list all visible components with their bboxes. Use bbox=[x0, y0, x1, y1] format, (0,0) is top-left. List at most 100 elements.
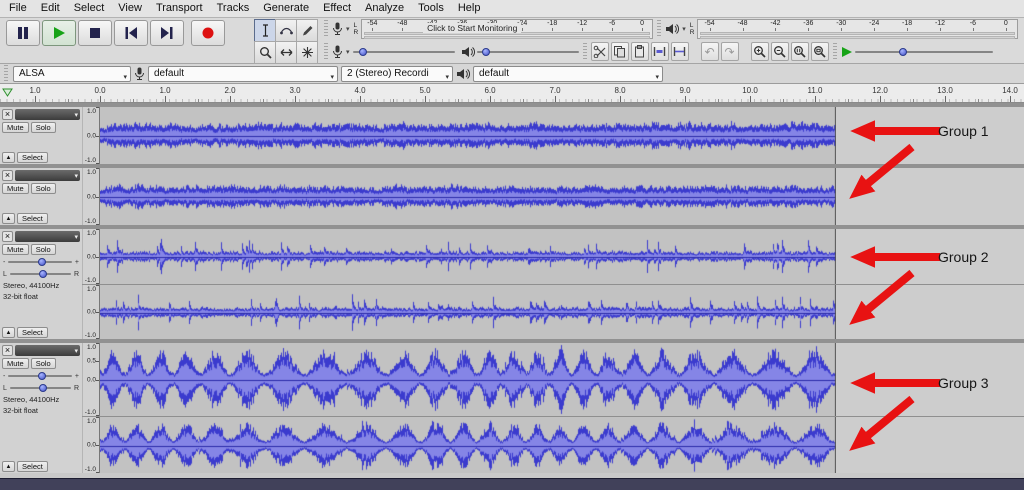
envelope-tool-button[interactable] bbox=[275, 19, 297, 42]
undo-button[interactable]: ↶ bbox=[700, 42, 719, 62]
collapse-track-button[interactable]: ▲ bbox=[2, 152, 15, 163]
slider-track[interactable] bbox=[8, 372, 72, 380]
pan-slider[interactable]: LR bbox=[2, 383, 80, 393]
waveform-area[interactable] bbox=[100, 417, 1024, 473]
play-at-speed-icon[interactable] bbox=[841, 46, 853, 58]
trim-audio-button[interactable] bbox=[650, 42, 669, 62]
select-button[interactable]: Select bbox=[17, 213, 48, 224]
waveform-area[interactable] bbox=[100, 107, 1024, 164]
menu-tools[interactable]: Tools bbox=[411, 0, 451, 17]
mute-button[interactable]: Mute bbox=[2, 358, 29, 369]
close-track-button[interactable]: × bbox=[2, 231, 13, 242]
vertical-scale-ruler[interactable]: 1.0 0.0 -1.0 bbox=[82, 285, 100, 339]
collapse-track-button[interactable]: ▲ bbox=[2, 213, 15, 224]
mute-button[interactable]: Mute bbox=[2, 122, 29, 133]
solo-button[interactable]: Solo bbox=[30, 122, 56, 133]
waveform-canvas[interactable] bbox=[100, 417, 836, 473]
menu-tracks[interactable]: Tracks bbox=[210, 0, 257, 17]
select-button[interactable]: Select bbox=[17, 461, 48, 472]
selection-tool-button[interactable] bbox=[254, 19, 276, 42]
select-button[interactable]: Select bbox=[17, 152, 48, 163]
close-track-button[interactable]: × bbox=[2, 170, 13, 181]
menu-analyze[interactable]: Analyze bbox=[358, 0, 411, 17]
menu-effect[interactable]: Effect bbox=[316, 0, 358, 17]
recording-meter[interactable]: Click to Start Monitoring -54-48-42-36-3… bbox=[361, 19, 654, 40]
playback-volume-slider[interactable] bbox=[476, 47, 579, 56]
slider-knob[interactable] bbox=[39, 384, 48, 392]
paste-button[interactable] bbox=[630, 42, 649, 62]
waveform-canvas[interactable] bbox=[100, 343, 836, 416]
audio-host-select[interactable]: ALSA ▾ bbox=[13, 65, 131, 82]
close-track-button[interactable]: × bbox=[2, 345, 13, 356]
gripper[interactable] bbox=[657, 20, 662, 39]
waveform-canvas[interactable] bbox=[100, 285, 836, 339]
monitor-text[interactable]: Click to Start Monitoring bbox=[423, 23, 522, 34]
collapse-track-button[interactable]: ▲ bbox=[2, 461, 15, 472]
waveform-area[interactable] bbox=[100, 229, 1024, 284]
cut-button[interactable] bbox=[590, 42, 609, 62]
record-button[interactable] bbox=[191, 20, 225, 46]
slider-knob[interactable] bbox=[37, 258, 46, 266]
menu-edit[interactable]: Edit bbox=[34, 0, 67, 17]
stop-button[interactable] bbox=[78, 20, 112, 46]
zoom-tool-button[interactable] bbox=[254, 41, 276, 64]
redo-button[interactable]: ↷ bbox=[720, 42, 739, 62]
slider-track[interactable] bbox=[9, 270, 71, 278]
gripper[interactable] bbox=[324, 42, 328, 61]
chevron-down-icon[interactable]: ▾ bbox=[346, 25, 350, 33]
waveform-canvas[interactable] bbox=[100, 107, 836, 164]
menu-help[interactable]: Help bbox=[451, 0, 488, 17]
zoom-fit-button[interactable] bbox=[810, 42, 829, 62]
vertical-scale-ruler[interactable]: 1.0 0.0 -1.0 bbox=[82, 168, 100, 225]
zoom-selection-button[interactable] bbox=[790, 42, 809, 62]
play-speed-slider[interactable] bbox=[854, 47, 993, 56]
menu-view[interactable]: View bbox=[111, 0, 149, 17]
gripper[interactable] bbox=[582, 42, 587, 61]
waveform-canvas[interactable] bbox=[100, 168, 836, 225]
menu-file[interactable]: File bbox=[2, 0, 34, 17]
close-track-button[interactable]: × bbox=[2, 109, 13, 120]
track-title-dropdown[interactable]: ▾ bbox=[15, 231, 80, 242]
mute-button[interactable]: Mute bbox=[2, 244, 29, 255]
track-title-dropdown[interactable]: ▾ bbox=[15, 345, 80, 356]
waveform-area[interactable] bbox=[100, 285, 1024, 339]
menu-transport[interactable]: Transport bbox=[149, 0, 210, 17]
pause-button[interactable] bbox=[6, 20, 40, 46]
gripper[interactable] bbox=[4, 64, 8, 83]
horizontal-scrollbar[interactable] bbox=[0, 478, 1024, 490]
slider-track[interactable] bbox=[9, 384, 71, 392]
gripper[interactable] bbox=[832, 42, 837, 61]
slider-knob[interactable] bbox=[358, 47, 367, 56]
copy-button[interactable] bbox=[610, 42, 629, 62]
skip-to-end-button[interactable] bbox=[150, 20, 184, 46]
recording-device-select[interactable]: default ▾ bbox=[148, 65, 338, 82]
slider-knob[interactable] bbox=[39, 270, 48, 278]
zoom-in-button[interactable] bbox=[750, 42, 769, 62]
slider-knob[interactable] bbox=[481, 47, 490, 56]
slider-track[interactable] bbox=[8, 258, 72, 266]
track-title-dropdown[interactable]: ▾ bbox=[15, 170, 80, 181]
timeline-ruler[interactable]: 1.0 0.0 1.0 2.0 3.0 4.0 5.0 6.0 7.0 8.0 9.0 10.0 11.… bbox=[0, 84, 1024, 103]
gain-slider[interactable]: - + bbox=[2, 257, 80, 267]
vertical-scale-ruler[interactable]: 1.0 0.0 -1.0 bbox=[82, 417, 100, 473]
chevron-down-icon[interactable]: ▾ bbox=[682, 25, 686, 33]
waveform-area[interactable] bbox=[100, 343, 1024, 416]
slider-knob[interactable] bbox=[37, 372, 46, 380]
menu-select[interactable]: Select bbox=[67, 0, 112, 17]
track-title-dropdown[interactable]: ▾ bbox=[15, 109, 80, 120]
vertical-scale-ruler[interactable]: 1.0 0.0 -1.0 bbox=[82, 107, 100, 164]
solo-button[interactable]: Solo bbox=[30, 183, 56, 194]
playback-device-select[interactable]: default ▾ bbox=[473, 65, 663, 82]
gain-slider[interactable]: - + bbox=[2, 371, 80, 381]
collapse-track-button[interactable]: ▲ bbox=[2, 327, 15, 338]
multi-tool-button[interactable] bbox=[296, 41, 318, 64]
recording-channels-select[interactable]: 2 (Stereo) Recordi ▾ bbox=[341, 65, 453, 82]
solo-button[interactable]: Solo bbox=[30, 358, 56, 369]
draw-tool-button[interactable] bbox=[296, 19, 318, 42]
vertical-scale-ruler[interactable]: 1.0 0.5 0.0 -1.0 bbox=[82, 343, 100, 416]
pan-slider[interactable]: LR bbox=[2, 269, 80, 279]
vertical-scale-ruler[interactable]: 1.0 0.0 -1.0 bbox=[82, 229, 100, 284]
playback-meter[interactable]: -54 -48 -42 -36 -30 -24 -18 -12 -6 0 bbox=[697, 19, 1018, 40]
chevron-down-icon[interactable]: ▾ bbox=[346, 48, 350, 56]
select-button[interactable]: Select bbox=[17, 327, 48, 338]
